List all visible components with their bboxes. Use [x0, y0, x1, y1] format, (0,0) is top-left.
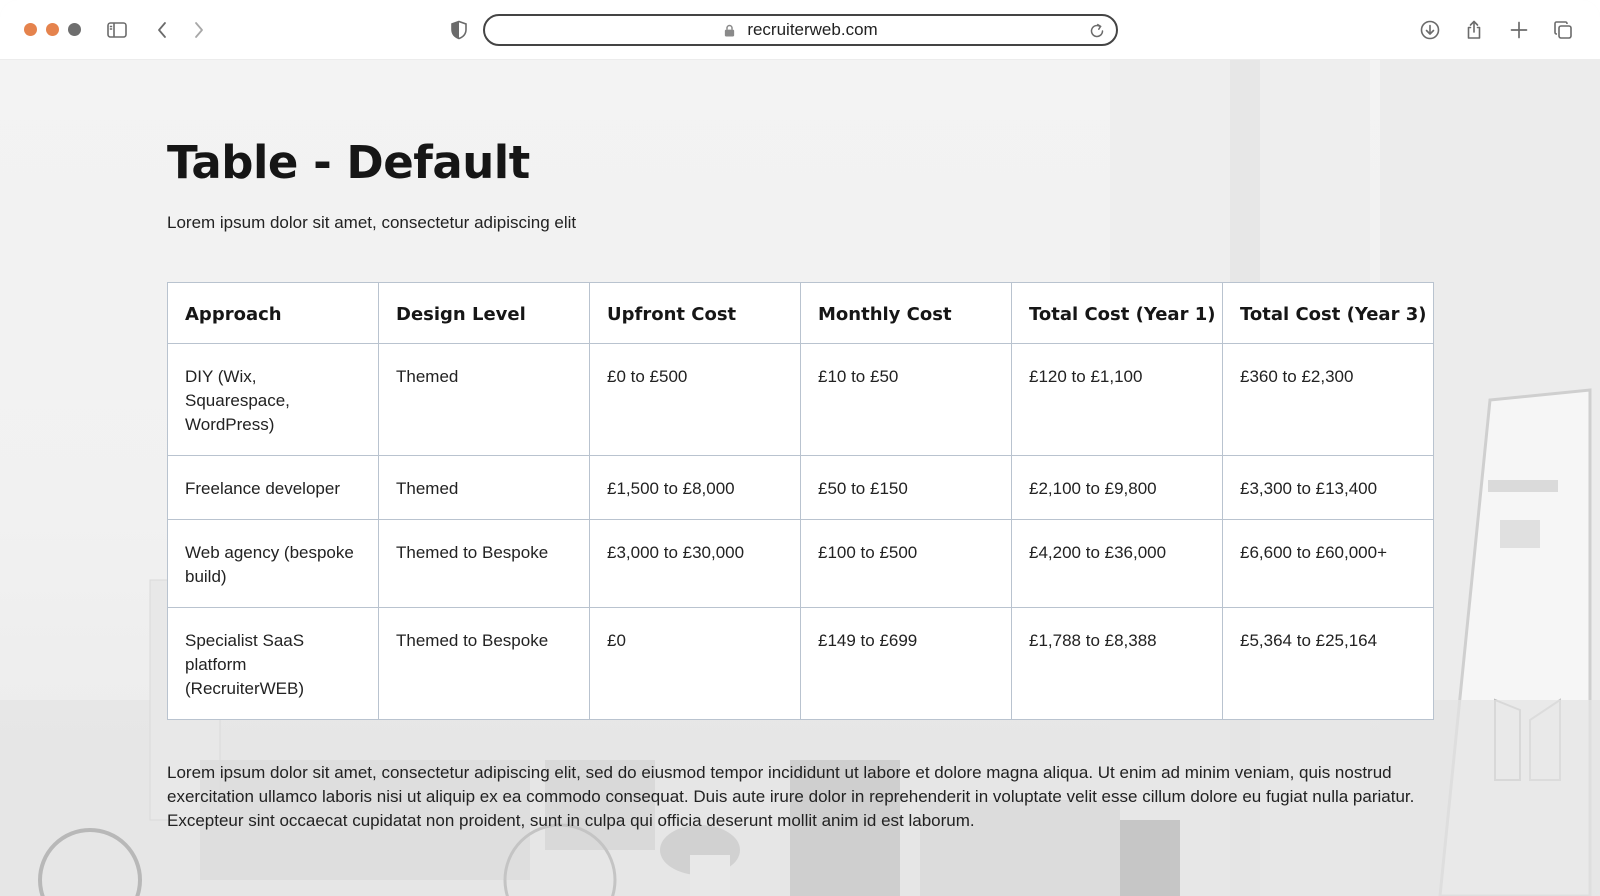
table-cell: £10 to £50 — [800, 343, 1012, 456]
column-header-monthly-cost: Monthly Cost — [800, 282, 1012, 344]
table-row: Specialist SaaS platform (RecruiterWEB) … — [167, 607, 1434, 720]
table-cell: Specialist SaaS platform (RecruiterWEB) — [167, 607, 379, 720]
table-cell: Themed to Bespoke — [378, 607, 590, 720]
table-cell: DIY (Wix, Squarespace, WordPress) — [167, 343, 379, 456]
table-cell: £4,200 to £36,000 — [1011, 519, 1223, 608]
table-cell: £1,788 to £8,388 — [1011, 607, 1223, 720]
shield-icon[interactable] — [447, 18, 471, 42]
sidebar-icon[interactable] — [105, 18, 129, 42]
close-window-button[interactable] — [24, 23, 37, 36]
table-cell: £3,000 to £30,000 — [589, 519, 801, 608]
table-cell: Themed to Bespoke — [378, 519, 590, 608]
table-cell: £360 to £2,300 — [1222, 343, 1434, 456]
browser-window: recruiterweb.com Table - Default Lorem i… — [0, 0, 1600, 896]
share-icon[interactable] — [1462, 18, 1486, 42]
column-header-total-cost-year-3: Total Cost (Year 3) — [1222, 282, 1434, 344]
table-cell: £149 to £699 — [800, 607, 1012, 720]
reload-icon[interactable] — [1088, 22, 1106, 40]
back-icon[interactable] — [151, 18, 175, 42]
maximize-window-button[interactable] — [68, 23, 81, 36]
table-cell: £2,100 to £9,800 — [1011, 455, 1223, 520]
table-cell: Themed — [378, 455, 590, 520]
pricing-table: Approach Design Level Upfront Cost Month… — [167, 282, 1434, 720]
minimize-window-button[interactable] — [46, 23, 59, 36]
table-cell: £1,500 to £8,000 — [589, 455, 801, 520]
table-cell: £120 to £1,100 — [1011, 343, 1223, 456]
table-row: DIY (Wix, Squarespace, WordPress) Themed… — [167, 343, 1434, 456]
table-cell: £6,600 to £60,000+ — [1222, 519, 1434, 608]
column-header-total-cost-year-1: Total Cost (Year 1) — [1011, 282, 1223, 344]
address-bar[interactable]: recruiterweb.com — [483, 14, 1118, 46]
table-cell: Freelance developer — [167, 455, 379, 520]
page-subtitle: Lorem ipsum dolor sit amet, consectetur … — [167, 213, 577, 232]
tabs-overview-icon[interactable] — [1551, 18, 1575, 42]
forward-icon[interactable] — [186, 18, 210, 42]
web-page: Table - Default Lorem ipsum dolor sit am… — [0, 60, 1600, 896]
body-paragraph: Lorem ipsum dolor sit amet, consectetur … — [167, 763, 1415, 830]
table-row: Web agency (bespoke build) Themed to Bes… — [167, 519, 1434, 608]
column-header-approach: Approach — [167, 282, 379, 344]
table-cell: £0 to £500 — [589, 343, 801, 456]
browser-toolbar: recruiterweb.com — [0, 0, 1600, 60]
download-icon[interactable] — [1418, 18, 1442, 42]
page-title: Table - Default — [167, 136, 530, 189]
column-header-upfront-cost: Upfront Cost — [589, 282, 801, 344]
lock-icon — [723, 23, 737, 37]
table-cell: £50 to £150 — [800, 455, 1012, 520]
table-cell: Web agency (bespoke build) — [167, 519, 379, 608]
table-cell: £0 — [589, 607, 801, 720]
table-cell: Themed — [378, 343, 590, 456]
table-cell: £3,300 to £13,400 — [1222, 455, 1434, 520]
url-text: recruiterweb.com — [747, 20, 878, 39]
table-header-row: Approach Design Level Upfront Cost Month… — [167, 282, 1434, 344]
column-header-design-level: Design Level — [378, 282, 590, 344]
table-row: Freelance developer Themed £1,500 to £8,… — [167, 455, 1434, 520]
table-cell: £5,364 to £25,164 — [1222, 607, 1434, 720]
table-cell: £100 to £500 — [800, 519, 1012, 608]
new-tab-icon[interactable] — [1507, 18, 1531, 42]
